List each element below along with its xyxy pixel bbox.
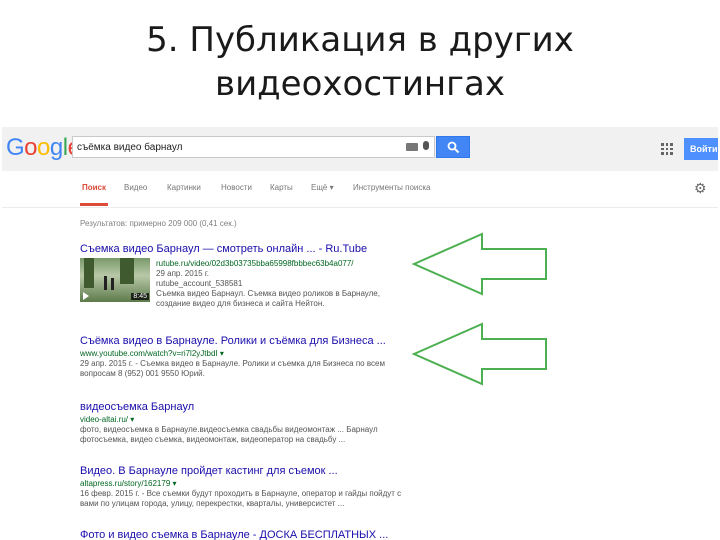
result-url[interactable]: altapress.ru/story/162179 ▾ (80, 478, 410, 489)
arrow-left-icon (411, 232, 547, 296)
result-title-link[interactable]: Фото и видео съемка в Барнауле - ДОСКА Б… (80, 529, 410, 540)
search-result: Съемка видео Барнаул — смотреть онлайн .… (80, 243, 410, 308)
search-header: Google Войти (2, 127, 718, 172)
tab-video[interactable]: Видео (124, 183, 147, 192)
gear-icon[interactable]: ⚙ (694, 181, 707, 195)
search-result: Фото и видео съемка в Барнауле - ДОСКА Б… (80, 529, 410, 540)
result-snippet: Съемка видео Барнаул. Съемка видео ролик… (156, 289, 380, 308)
result-url[interactable]: rutube.ru/video/02d3b03735bba65998fbbbec… (156, 258, 410, 269)
slide-title: 5. Публикация в других видеохостингах (0, 18, 720, 106)
result-date: 29 апр. 2015 г. (156, 269, 209, 278)
search-result: Съёмка видео в Барнауле. Ролики и съёмка… (80, 335, 410, 379)
result-title-link[interactable]: Видео. В Барнауле пройдет кастинг для съ… (80, 465, 410, 478)
apps-grid-icon[interactable] (661, 143, 673, 155)
logo-letter: o (24, 134, 38, 161)
result-title-link[interactable]: Съёмка видео в Барнауле. Ролики и съёмка… (80, 335, 410, 348)
tab-news[interactable]: Новости (221, 183, 252, 192)
video-thumbnail[interactable]: 8:45 (80, 258, 150, 302)
google-screenshot: Google Войти Поиск Видео Картинки Новост… (2, 127, 718, 540)
google-logo[interactable]: Google (6, 134, 81, 162)
result-snippet: 29 апр. 2015 г. - Съемка видео в Барнаул… (80, 359, 385, 378)
signin-button[interactable]: Войти (684, 138, 718, 160)
microphone-icon[interactable] (423, 141, 429, 150)
tab-maps[interactable]: Карты (270, 183, 293, 192)
result-author: rutube_account_538581 (156, 279, 243, 288)
search-box[interactable] (72, 136, 435, 158)
search-result: видеосъемка Барнаул video-altai.ru/ ▾ фо… (80, 401, 410, 445)
slide-title-line2: видеохостингах (215, 64, 505, 104)
search-input[interactable] (77, 139, 397, 155)
result-title-link[interactable]: видеосъемка Барнаул (80, 401, 410, 414)
logo-letter: G (6, 134, 25, 161)
play-icon (83, 292, 89, 300)
result-stats: Результатов: примерно 209 000 (0,41 сек.… (80, 219, 237, 228)
result-url[interactable]: video-altai.ru/ ▾ (80, 414, 410, 425)
search-icon (447, 141, 460, 154)
search-tabs: Поиск Видео Картинки Новости Карты Ещё ▾… (2, 171, 718, 208)
tab-more[interactable]: Ещё ▾ (311, 183, 334, 192)
search-result: Видео. В Барнауле пройдет кастинг для съ… (80, 465, 410, 509)
arrow-left-icon (411, 322, 547, 386)
result-snippet: фото, видеосъемка в Барнауле.видеосъемка… (80, 425, 378, 444)
keyboard-icon[interactable] (406, 143, 418, 151)
result-url[interactable]: www.youtube.com/watch?v=ri7l2yJtbdI ▾ (80, 348, 410, 359)
logo-letter: o (37, 134, 50, 161)
tab-search-tools[interactable]: Инструменты поиска (353, 183, 430, 192)
active-tab-indicator (80, 203, 108, 206)
video-duration: 8:45 (131, 293, 149, 300)
logo-letter: g (49, 134, 63, 161)
tab-search[interactable]: Поиск (82, 183, 106, 192)
result-snippet: 16 февр. 2015 г. - Все съемки будут прох… (80, 489, 402, 508)
result-title-link[interactable]: Съемка видео Барнаул — смотреть онлайн .… (80, 243, 410, 256)
slide-title-line1: 5. Публикация в других (146, 20, 574, 60)
search-button[interactable] (436, 136, 470, 158)
tab-images[interactable]: Картинки (167, 183, 201, 192)
